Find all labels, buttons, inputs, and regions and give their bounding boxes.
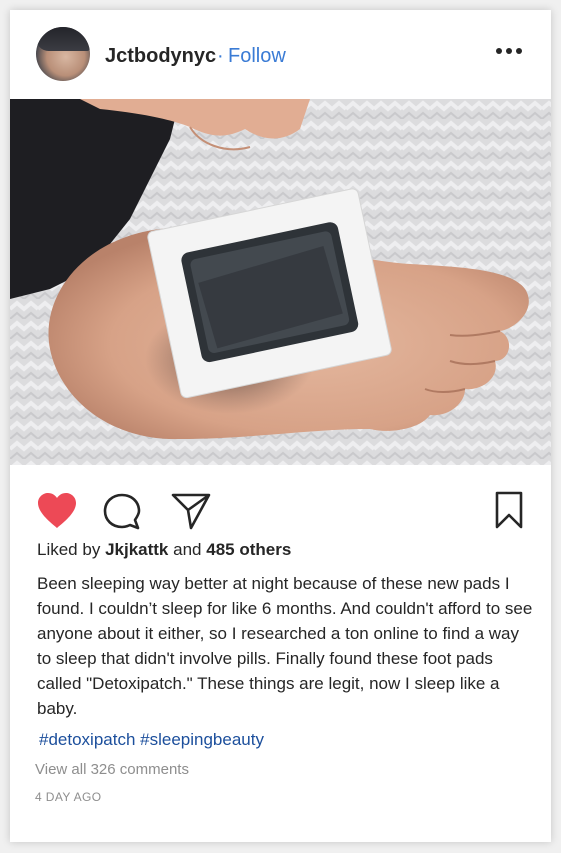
separator-dot: · <box>217 45 224 67</box>
send-icon[interactable] <box>170 491 212 531</box>
post-caption: Been sleeping way better at night becaus… <box>37 574 533 718</box>
post-timestamp: 4 DAY AGO <box>35 790 102 804</box>
liked-by-others[interactable]: 485 others <box>206 540 291 559</box>
comment-bubble-icon[interactable] <box>102 492 142 532</box>
liked-by-user[interactable]: Jkjkattk <box>105 540 168 559</box>
hashtag-sleepingbeauty[interactable]: #sleepingbeauty <box>140 730 264 749</box>
post-card: Jctbodynyc · Follow Liked by Jkjkattk an… <box>10 10 551 842</box>
avatar[interactable] <box>36 27 90 81</box>
username[interactable]: Jctbodynyc <box>105 45 216 68</box>
hashtag-detoxipatch[interactable]: #detoxipatch <box>39 730 135 749</box>
likes-summary: Liked by Jkjkattk and 485 others <box>37 540 292 559</box>
post-image[interactable] <box>10 99 551 465</box>
heart-icon[interactable] <box>36 492 78 530</box>
hashtags: #detoxipatch #sleepingbeauty <box>39 730 264 750</box>
bookmark-icon[interactable] <box>494 490 524 530</box>
post-header: Jctbodynyc · Follow <box>10 10 551 99</box>
more-options-icon[interactable] <box>496 46 522 56</box>
view-comments-link[interactable]: View all 326 comments <box>35 761 189 778</box>
follow-button[interactable]: Follow <box>228 45 286 68</box>
action-bar <box>10 465 551 540</box>
